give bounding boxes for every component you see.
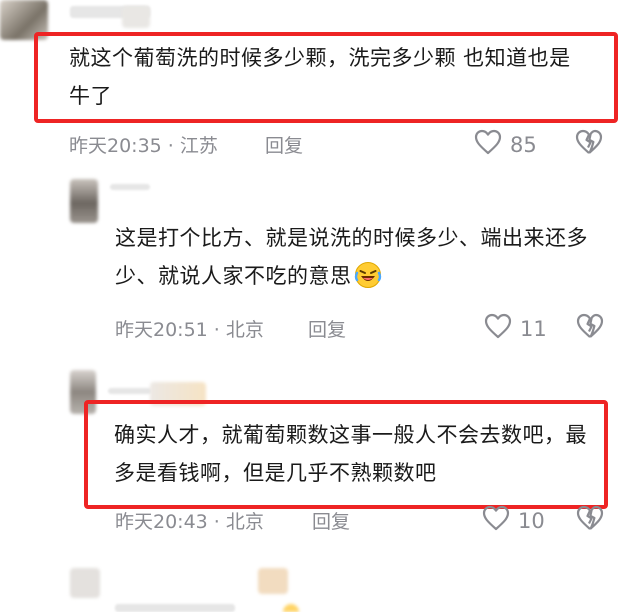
broken-heart-icon <box>576 313 604 343</box>
comment-meta: 昨天20:35 · 江苏 <box>69 135 218 157</box>
dislike-button[interactable] <box>575 129 603 159</box>
emoji-icon <box>283 604 299 612</box>
like-button[interactable]: 10 <box>482 505 545 536</box>
username-redacted[interactable] <box>108 388 152 394</box>
comment-location: 江苏 <box>179 135 218 157</box>
laughing-tears-emoji-icon <box>354 261 382 301</box>
dislike-button[interactable] <box>576 505 604 535</box>
comment-location: 北京 <box>225 511 264 533</box>
comment-location: 北京 <box>225 319 264 341</box>
comment-time: 昨天20:35 <box>69 135 162 157</box>
like-count: 11 <box>520 316 547 341</box>
like-button[interactable]: 85 <box>474 129 537 160</box>
meta-redacted <box>115 604 235 612</box>
reply-button[interactable]: 回复 <box>265 131 303 158</box>
comment-time: 昨天20:43 <box>115 511 208 533</box>
dislike-button[interactable] <box>576 313 604 343</box>
comment-meta: 昨天20:43 · 北京 <box>115 511 264 533</box>
comment-text-content: 这是打个比方、就是说洗的时候多少、端出来还多少、就说人家不吃的意思 <box>115 226 588 288</box>
comment-text: 就这个葡萄洗的时候多少颗，洗完多少颗 也知道也是牛了 <box>69 46 571 108</box>
heart-icon <box>484 313 512 344</box>
comment-meta: 昨天20:51 · 北京 <box>115 319 264 341</box>
reply-button[interactable]: 回复 <box>308 315 346 342</box>
username-redacted <box>122 6 150 28</box>
username-redacted <box>258 568 288 594</box>
like-count: 85 <box>510 132 537 157</box>
like-button[interactable]: 11 <box>484 313 547 344</box>
like-count: 10 <box>518 508 545 533</box>
avatar[interactable] <box>70 568 100 598</box>
comment-time: 昨天20:51 <box>115 319 208 341</box>
heart-icon <box>482 505 510 536</box>
broken-heart-icon <box>576 505 604 535</box>
comment-text: 确实人才，就葡萄颗数这事一般人不会去数吧，最多是看钱啊，但是几乎不熟颗数吧 <box>114 423 587 485</box>
avatar[interactable] <box>70 179 98 223</box>
broken-heart-icon <box>575 129 603 159</box>
comment-text: 这是打个比方、就是说洗的时候多少、端出来还多少、就说人家不吃的意思 <box>115 219 605 301</box>
username-redacted[interactable] <box>110 184 150 190</box>
reply-button[interactable]: 回复 <box>312 507 350 534</box>
heart-icon <box>474 129 502 160</box>
